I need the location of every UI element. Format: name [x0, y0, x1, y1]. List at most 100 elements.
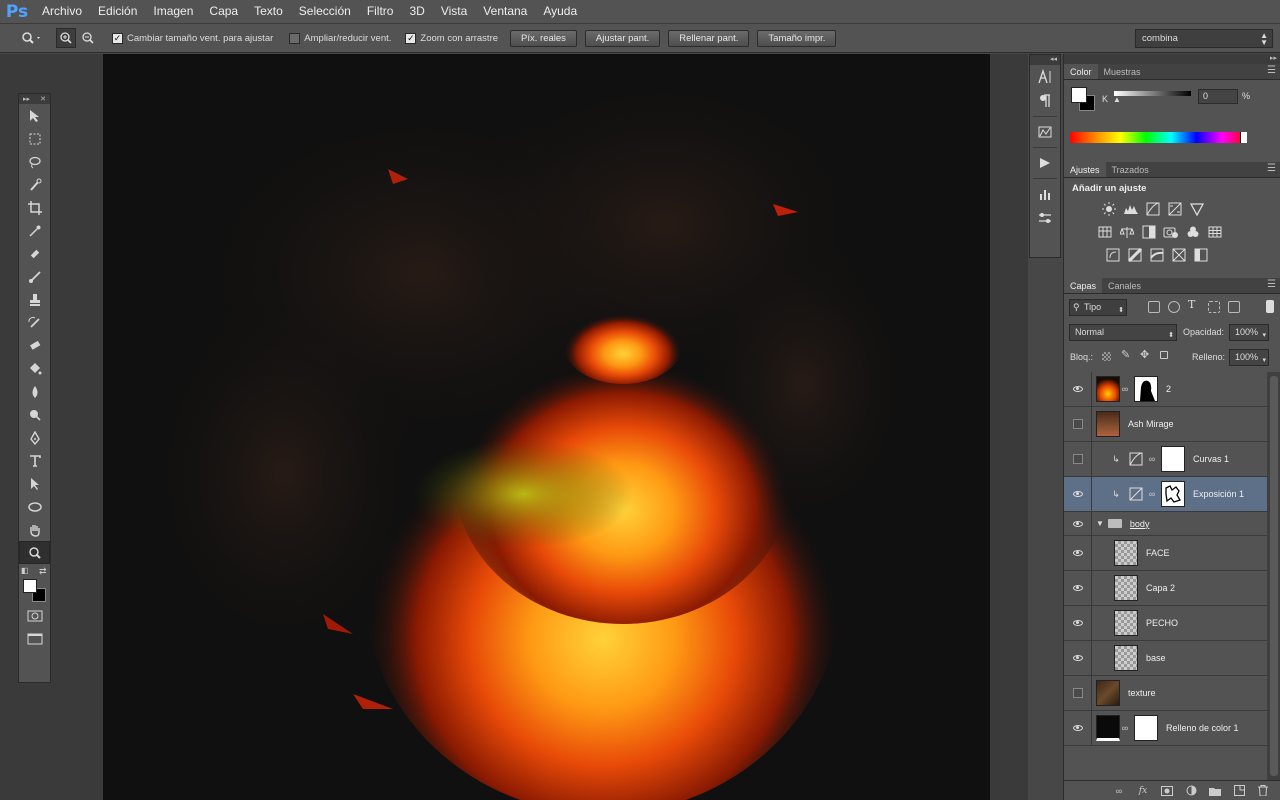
hand-tool-icon[interactable]	[19, 518, 50, 541]
channel-mixer-icon[interactable]	[1184, 223, 1202, 241]
visibility-toggle[interactable]	[1064, 512, 1092, 535]
pen-tool-icon[interactable]	[19, 426, 50, 449]
shape-layer-filter-icon[interactable]	[1208, 301, 1220, 313]
zoom-all-checkbox[interactable]: Ampliar/reducir vent.	[289, 32, 391, 44]
visibility-toggle[interactable]	[1064, 571, 1092, 605]
filter-toggle-switch[interactable]	[1266, 300, 1274, 313]
lock-image-icon[interactable]: ✎	[1121, 348, 1130, 361]
lock-all-icon[interactable]	[1160, 351, 1168, 359]
foreground-color-swatch[interactable]	[1071, 87, 1087, 103]
tab-layers[interactable]: Capas	[1064, 278, 1103, 293]
layer-row[interactable]: ∞ Relleno de color 1	[1064, 711, 1267, 746]
swap-colors-icon[interactable]: ⇄	[39, 566, 47, 577]
print-size-button[interactable]: Tamaño impr.	[757, 29, 837, 47]
workspace-select[interactable]: combina ▲ ▼	[1135, 29, 1273, 48]
tab-channels[interactable]: Canales	[1102, 278, 1147, 293]
layer-mask-thumbnail[interactable]	[1134, 715, 1158, 741]
marquee-tool-icon[interactable]	[19, 127, 50, 150]
history-brush-tool-icon[interactable]	[19, 311, 50, 334]
blur-tool-icon[interactable]	[19, 380, 50, 403]
layer-mask-thumbnail[interactable]	[1134, 376, 1158, 402]
lasso-tool-icon[interactable]	[19, 150, 50, 173]
menu-edicion[interactable]: Edición	[90, 0, 145, 23]
layers-scrollbar[interactable]	[1267, 372, 1280, 782]
visibility-toggle[interactable]	[1064, 372, 1092, 406]
default-colors-icon[interactable]: ◧	[21, 566, 29, 575]
eyedropper-tool-icon[interactable]	[19, 219, 50, 242]
screen-mode-icon[interactable]	[19, 627, 50, 650]
quick-selection-tool-icon[interactable]	[19, 173, 50, 196]
new-group-icon[interactable]	[1207, 784, 1223, 798]
layer-row[interactable]: PECHO	[1064, 606, 1267, 641]
zoom-in-icon[interactable]	[56, 28, 76, 48]
quick-mask-icon[interactable]	[19, 604, 50, 627]
curves-icon[interactable]	[1144, 200, 1162, 218]
add-mask-icon[interactable]	[1159, 784, 1175, 798]
chevron-down-icon[interactable]: ▾	[1262, 353, 1266, 368]
fit-screen-button[interactable]: Ajustar pant.	[584, 29, 661, 47]
layer-row-selected[interactable]: ↳ ∞ Exposición 1	[1064, 477, 1267, 512]
menu-seleccion[interactable]: Selección	[291, 0, 359, 23]
tab-paths[interactable]: Trazados	[1106, 162, 1155, 177]
brush-presets-panel-icon[interactable]	[1030, 206, 1060, 230]
menu-ventana[interactable]: Ventana	[475, 0, 535, 23]
color-balance-icon[interactable]	[1118, 223, 1136, 241]
zoom-out-icon[interactable]	[78, 28, 98, 48]
document-canvas[interactable]	[103, 54, 990, 800]
chevron-down-icon[interactable]: ▾	[1262, 328, 1266, 343]
invert-icon[interactable]	[1104, 246, 1122, 264]
layer-row[interactable]: FACE	[1064, 536, 1267, 571]
brightness-contrast-icon[interactable]	[1100, 200, 1118, 218]
path-selection-tool-icon[interactable]	[19, 472, 50, 495]
histogram-panel-icon[interactable]	[1030, 120, 1060, 144]
layer-row[interactable]: ∞ 2	[1064, 372, 1267, 407]
filter-kind-select[interactable]: ⚲ Tipo ⬍	[1069, 299, 1127, 316]
visibility-toggle[interactable]	[1064, 606, 1092, 640]
visibility-toggle[interactable]	[1064, 641, 1092, 675]
layer-row[interactable]: Capa 2	[1064, 571, 1267, 606]
type-layer-filter-icon[interactable]: T	[1188, 298, 1195, 311]
levels-icon[interactable]	[1122, 200, 1140, 218]
type-tool-icon[interactable]	[19, 449, 50, 472]
delete-layer-icon[interactable]	[1255, 784, 1271, 798]
crop-tool-icon[interactable]	[19, 196, 50, 219]
gradient-map-icon[interactable]	[1192, 246, 1210, 264]
threshold-icon[interactable]	[1148, 246, 1166, 264]
ellipse-tool-icon[interactable]	[19, 495, 50, 518]
foreground-color-swatch[interactable]	[23, 579, 37, 593]
layer-group-row[interactable]: ▼ body	[1064, 512, 1267, 536]
hue-saturation-icon[interactable]	[1096, 223, 1114, 241]
fill-screen-button[interactable]: Rellenar pant.	[668, 29, 750, 47]
tab-swatches[interactable]: Muestras	[1098, 64, 1147, 79]
menu-texto[interactable]: Texto	[246, 0, 291, 23]
color-lookup-icon[interactable]	[1206, 223, 1224, 241]
dock-expand-icon[interactable]: ◂◂	[1030, 55, 1060, 65]
layer-row[interactable]: base	[1064, 641, 1267, 676]
selective-color-icon[interactable]	[1170, 246, 1188, 264]
panel-menu-icon[interactable]: ☰	[1267, 65, 1276, 76]
layer-row[interactable]: texture	[1064, 676, 1267, 711]
layer-mask-thumbnail[interactable]	[1161, 481, 1185, 507]
resize-windows-checkbox[interactable]: ✓ Cambiar tamaño vent. para ajustar	[112, 32, 273, 44]
menu-3d[interactable]: 3D	[401, 0, 432, 23]
tool-presets-panel-icon[interactable]	[1030, 182, 1060, 206]
color-swatches[interactable]: ◧ ⇄	[19, 564, 50, 604]
photo-filter-icon[interactable]	[1162, 223, 1180, 241]
visibility-toggle[interactable]	[1064, 477, 1092, 511]
actions-panel-icon[interactable]	[1030, 151, 1060, 175]
expand-icon[interactable]: ▸▸	[23, 95, 30, 103]
lock-position-icon[interactable]: ✥	[1140, 348, 1149, 361]
visibility-toggle[interactable]	[1064, 407, 1092, 441]
color-spectrum-ramp[interactable]	[1070, 132, 1247, 143]
move-tool-icon[interactable]	[19, 104, 50, 127]
link-layers-icon[interactable]: ∞	[1111, 784, 1127, 798]
slider-thumb-icon[interactable]: ▲	[1113, 96, 1121, 104]
k-value-input[interactable]: 0	[1198, 89, 1238, 104]
scrubby-zoom-checkbox[interactable]: ✓ Zoom con arrastre	[405, 32, 498, 44]
visibility-toggle[interactable]	[1064, 442, 1092, 476]
blend-mode-select[interactable]: Normal ⬍	[1069, 324, 1177, 341]
posterize-icon[interactable]	[1126, 246, 1144, 264]
visibility-toggle[interactable]	[1064, 711, 1092, 745]
lock-transparent-icon[interactable]	[1102, 352, 1111, 361]
visibility-toggle[interactable]	[1064, 676, 1092, 710]
